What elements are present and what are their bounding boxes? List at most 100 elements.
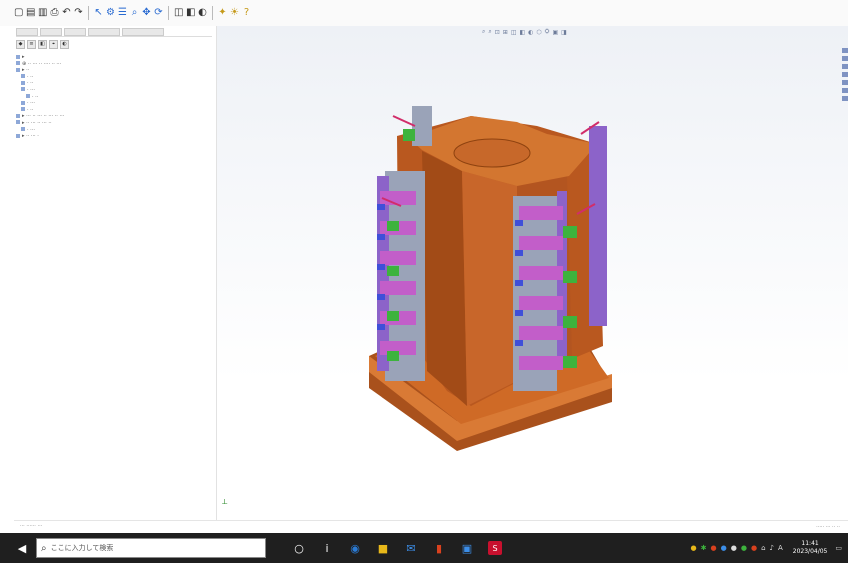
feature-icon: [26, 94, 30, 99]
panel-header: [16, 28, 212, 37]
feature-tree-node[interactable]: ⊕ ·· ··· ·· ···· ·· ···: [16, 61, 212, 68]
undo-icon[interactable]: ↶: [62, 7, 71, 19]
task-view-icon[interactable]: ○: [292, 541, 306, 555]
feature-tree-node[interactable]: ▸ ·· ··· ·· ··· ··: [16, 120, 212, 127]
zoom-icon[interactable]: ⌕: [130, 7, 139, 19]
tab-dimxpert[interactable]: [88, 28, 120, 36]
select-icon[interactable]: ↖: [94, 7, 103, 19]
rebuild-icon[interactable]: ⚙: [106, 7, 115, 19]
network-icon[interactable]: ⌂: [761, 544, 765, 552]
search-icon: ⌕: [41, 542, 47, 554]
feature-tree-label: ▸ ··· ·· ··· ·· ··· ·· ···: [22, 113, 65, 120]
redo-icon[interactable]: ↷: [74, 7, 83, 19]
tab-feature-manager[interactable]: [16, 28, 38, 36]
feature-tree-node[interactable]: · ··: [16, 74, 212, 81]
feature-tree-label: ▸ ·· ··· ·· ··· ··: [22, 119, 52, 126]
weather-icon[interactable]: ●: [691, 544, 697, 552]
feature-tree-node[interactable]: · ··: [16, 94, 212, 101]
feature-tree-label: · ··: [27, 80, 34, 87]
status-text-left: ··· ······ ···: [20, 523, 43, 529]
clock-time: 11:41: [801, 540, 819, 547]
new-icon[interactable]: ▢: [14, 7, 23, 19]
print-icon[interactable]: ⎙: [50, 7, 59, 19]
feature-tree-node[interactable]: ▸ ·· ··· ·: [16, 133, 212, 140]
display-icon[interactable]: ◐: [198, 7, 207, 19]
scene-icon[interactable]: ☀: [230, 7, 239, 19]
feature-icon: [16, 133, 20, 138]
tray-icon[interactable]: ●: [751, 544, 757, 552]
photos-icon[interactable]: ▣: [460, 541, 474, 555]
feature-tree-label: · ··: [32, 93, 39, 100]
feature-icon: [21, 87, 25, 92]
feature-tree-node[interactable]: · ··: [16, 107, 212, 114]
taskbar-clock[interactable]: 11:41 2023/04/05: [793, 540, 828, 556]
feature-tree-label: ▸ ··: [22, 67, 30, 74]
feature-tree-node[interactable]: ▸: [16, 54, 212, 61]
feature-tree-node[interactable]: ▸ ··· ·· ··· ·· ··· ·· ···: [16, 113, 212, 120]
pan-icon[interactable]: ✥: [142, 7, 151, 19]
feature-tree-node[interactable]: · ··: [16, 80, 212, 87]
tab-property-manager[interactable]: [40, 28, 62, 36]
help-icon[interactable]: ?: [242, 7, 251, 19]
solidworks-icon[interactable]: S: [488, 541, 502, 555]
file-explorer-icon[interactable]: ■: [376, 541, 390, 555]
tray-icon[interactable]: ●: [721, 544, 727, 552]
edge-icon[interactable]: ◉: [348, 541, 362, 555]
windows-taskbar: ◀ ⌕ ここに入力して検索 ○ i ◉ ■ ✉ ▮ ▣ S ● ✱ ● ● ● …: [0, 533, 848, 563]
feature-tree-label: · ··: [27, 73, 34, 80]
notification-icon[interactable]: ▭: [835, 544, 842, 552]
dim-tab-icon[interactable]: ⌖: [49, 40, 58, 49]
tray-icon[interactable]: ●: [741, 544, 747, 552]
view-icon[interactable]: ◫: [174, 7, 183, 19]
feature-icon: [16, 113, 20, 118]
tray-icon[interactable]: ●: [731, 544, 737, 552]
tab-configuration-manager[interactable]: [64, 28, 86, 36]
start-button[interactable]: ◀: [10, 533, 34, 563]
mail-icon[interactable]: ✉: [404, 541, 418, 555]
display-tab-icon[interactable]: ◐: [60, 40, 69, 49]
coordinate-triad-icon: ⟂: [222, 497, 228, 506]
property-tab-icon[interactable]: ≡: [27, 40, 36, 49]
tray-icon[interactable]: ●: [711, 544, 717, 552]
taskbar-apps: ○ i ◉ ■ ✉ ▮ ▣ S: [292, 541, 502, 555]
feature-icon: [21, 74, 25, 79]
feature-icon: [16, 67, 20, 72]
feature-tree-label: ▸ ·· ··· ·: [22, 133, 39, 140]
options-icon[interactable]: ☰: [118, 7, 127, 19]
system-tray: ● ✱ ● ● ● ● ● ⌂ ♪ A 11:41 2023/04/05 ▭: [691, 540, 842, 556]
feature-tree-label: · ··: [27, 106, 34, 113]
office-icon[interactable]: ▮: [432, 541, 446, 555]
feature-tree-label: ▸: [22, 54, 25, 60]
open-icon[interactable]: ▤: [26, 7, 35, 19]
save-icon[interactable]: ▥: [38, 7, 47, 19]
feature-tab-icon[interactable]: ◆: [16, 40, 25, 49]
feature-tree-node[interactable]: · ···: [16, 100, 212, 107]
feature-manager-tabs: ◆ ≡ ◧ ⌖ ◐: [16, 40, 69, 49]
config-tab-icon[interactable]: ◧: [38, 40, 47, 49]
feature-icon: [16, 54, 20, 59]
widgets-icon[interactable]: i: [320, 541, 334, 555]
volume-icon[interactable]: ♪: [770, 544, 774, 552]
section-icon[interactable]: ◧: [186, 7, 195, 19]
toolbar-separator: [88, 6, 89, 20]
ime-icon[interactable]: A: [778, 544, 783, 552]
feature-tree-node[interactable]: ▸ ··: [16, 67, 212, 74]
toolbar-separator: [212, 6, 213, 20]
graphics-viewport[interactable]: ⌕ ⌕ ⊡ ⊞ ◫ ◧ ◐ ⬡ ⛭ ▣ ◨ ⟂: [217, 26, 848, 533]
feature-icon: [21, 127, 25, 132]
feature-tree-node[interactable]: · ···: [16, 127, 212, 134]
search-placeholder: ここに入力して検索: [50, 544, 114, 552]
taskbar-search-box[interactable]: ⌕ ここに入力して検索: [36, 538, 266, 558]
feature-manager-panel: ◆ ≡ ◧ ⌖ ◐ ▸ ⊕ ·· ··· ·· ···· ·· ··· ▸ ·· · …: [14, 26, 217, 533]
tab-display-manager[interactable]: [122, 28, 164, 36]
status-bar: ··· ······ ··· ····· ··· ·· ··: [14, 520, 848, 534]
rotate-icon[interactable]: ⟳: [154, 7, 163, 19]
fixture-model[interactable]: [217, 26, 848, 533]
feature-tree-label: · ···: [27, 86, 35, 93]
feature-tree-label: · ···: [27, 126, 35, 133]
render-icon[interactable]: ✦: [218, 7, 227, 19]
feature-icon: [16, 120, 20, 125]
tray-icon[interactable]: ✱: [701, 544, 707, 552]
feature-tree-node[interactable]: · ···: [16, 87, 212, 94]
feature-icon: [21, 80, 25, 85]
